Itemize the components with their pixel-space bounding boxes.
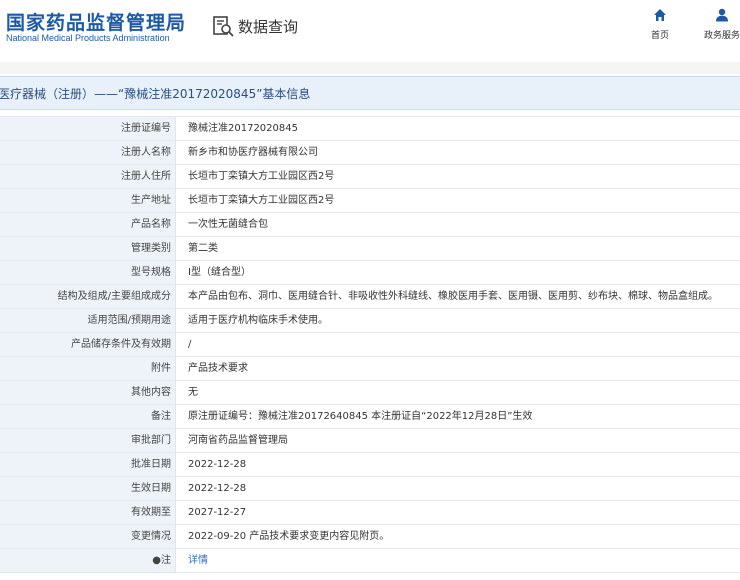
field-label: 批准日期 [0, 453, 176, 476]
table-row: 管理类别 第二类 [0, 237, 740, 261]
field-label: 注册人住所 [0, 165, 176, 188]
field-value: 河南省药品监督管理局 [188, 435, 288, 446]
table-row: 型号规格 Ⅰ型（缝合型） [0, 261, 740, 285]
field-label: 注册人名称 [0, 141, 176, 164]
site-logo-subtitle: National Medical Products Administration [6, 33, 170, 43]
field-label: 适用范围/预期用途 [0, 309, 176, 332]
field-value: 豫械注准20172020845 [188, 123, 298, 134]
field-label: 型号规格 [0, 261, 176, 284]
field-value: 适用于医疗机构临床手术使用。 [188, 315, 328, 326]
site-logo-title[interactable]: 国家药品监督管理局 [6, 8, 186, 35]
data-query-label: 数据查询 [238, 17, 299, 36]
field-label: 变更情况 [0, 525, 176, 548]
field-label: 产品名称 [0, 213, 176, 236]
field-value: 长垣市丁栾镇大方工业园区西2号 [188, 171, 335, 182]
data-query-heading: 数据查询 [212, 14, 298, 38]
table-row: 附件 产品技术要求 [0, 357, 740, 381]
field-value: 一次性无菌缝合包 [188, 219, 268, 230]
nav-government-service[interactable]: 政务服务 [700, 8, 740, 41]
field-value: 新乡市和协医疗器械有限公司 [188, 147, 318, 158]
table-row: 注册人住所 长垣市丁栾镇大方工业园区西2号 [0, 165, 740, 189]
nav-home[interactable]: 首页 [646, 8, 674, 41]
table-row: 注册人名称 新乡市和协医疗器械有限公司 [0, 141, 740, 165]
field-label: 有效期至 [0, 501, 176, 524]
field-label: 其他内容 [0, 381, 176, 404]
site-header: 国家药品监督管理局 National Medical Products Admi… [0, 0, 740, 62]
user-icon [716, 8, 728, 22]
field-value: 原注册证编号：豫械注准20172640845 本注册证自“2022年12月28日… [188, 411, 533, 422]
field-value: / [188, 339, 192, 350]
table-row: 结构及组成/主要组成成分 本产品由包布、洞巾、医用缝合针、非吸收性外科缝线、橡胶医… [0, 285, 740, 309]
field-label: 注册证编号 [0, 117, 176, 140]
field-value: 产品技术要求 [188, 363, 248, 374]
table-row: 变更情况 2022-09-20 产品技术要求变更内容见附页。 [0, 525, 740, 549]
table-row: ●注 详情 [0, 549, 740, 573]
table-row: 生效日期 2022-12-28 [0, 477, 740, 501]
table-row: 审批部门 河南省药品监督管理局 [0, 429, 740, 453]
record-title-bar: 医疗器械（注册）——“豫械注准20172020845”基本信息 [0, 76, 740, 110]
table-row: 生产地址 长垣市丁栾镇大方工业园区西2号 [0, 189, 740, 213]
field-value: 第二类 [188, 243, 218, 254]
table-row: 注册证编号 豫械注准20172020845 [0, 116, 740, 141]
field-value: 长垣市丁栾镇大方工业园区西2号 [188, 195, 335, 206]
field-label: ●注 [0, 549, 176, 572]
table-row: 备注 原注册证编号：豫械注准20172640845 本注册证自“2022年12月2… [0, 405, 740, 429]
field-value: 2022-12-28 [188, 459, 247, 470]
detail-table: 注册证编号 豫械注准20172020845 注册人名称 新乡市和协医疗器械有限公司 注册… [0, 116, 740, 573]
field-value: Ⅰ型（缝合型） [188, 267, 251, 278]
home-icon [654, 9, 666, 21]
table-row: 其他内容 无 [0, 381, 740, 405]
field-label: 备注 [0, 405, 176, 428]
header-separator [0, 62, 740, 74]
details-link[interactable]: 详情 [176, 549, 740, 572]
field-label: 生效日期 [0, 477, 176, 500]
field-value: 2022-12-28 [188, 483, 247, 494]
table-row: 适用范围/预期用途 适用于医疗机构临床手术使用。 [0, 309, 740, 333]
nav-home-label: 首页 [650, 31, 669, 41]
field-label: 审批部门 [0, 429, 176, 452]
table-row: 批准日期 2022-12-28 [0, 453, 740, 477]
field-label: 生产地址 [0, 189, 176, 212]
field-label: 结构及组成/主要组成成分 [0, 285, 176, 308]
field-value: 无 [188, 387, 198, 398]
table-row: 产品储存条件及有效期 / [0, 333, 740, 357]
field-value: 本产品由包布、洞巾、医用缝合针、非吸收性外科缝线、橡胶医用手套、医用镊、医用剪、… [188, 291, 718, 302]
field-label: 附件 [0, 357, 176, 380]
field-value: 2022-09-20 产品技术要求变更内容见附页。 [188, 531, 390, 542]
field-value: 2027-12-27 [188, 507, 247, 518]
field-label: 管理类别 [0, 237, 176, 260]
record-title: 医疗器械（注册）——“豫械注准20172020845”基本信息 [0, 87, 311, 101]
document-search-icon [212, 15, 234, 37]
nav-government-service-label: 政务服务 [703, 31, 740, 41]
field-label: 产品储存条件及有效期 [0, 333, 176, 356]
table-row: 产品名称 一次性无菌缝合包 [0, 213, 740, 237]
table-row: 有效期至 2027-12-27 [0, 501, 740, 525]
